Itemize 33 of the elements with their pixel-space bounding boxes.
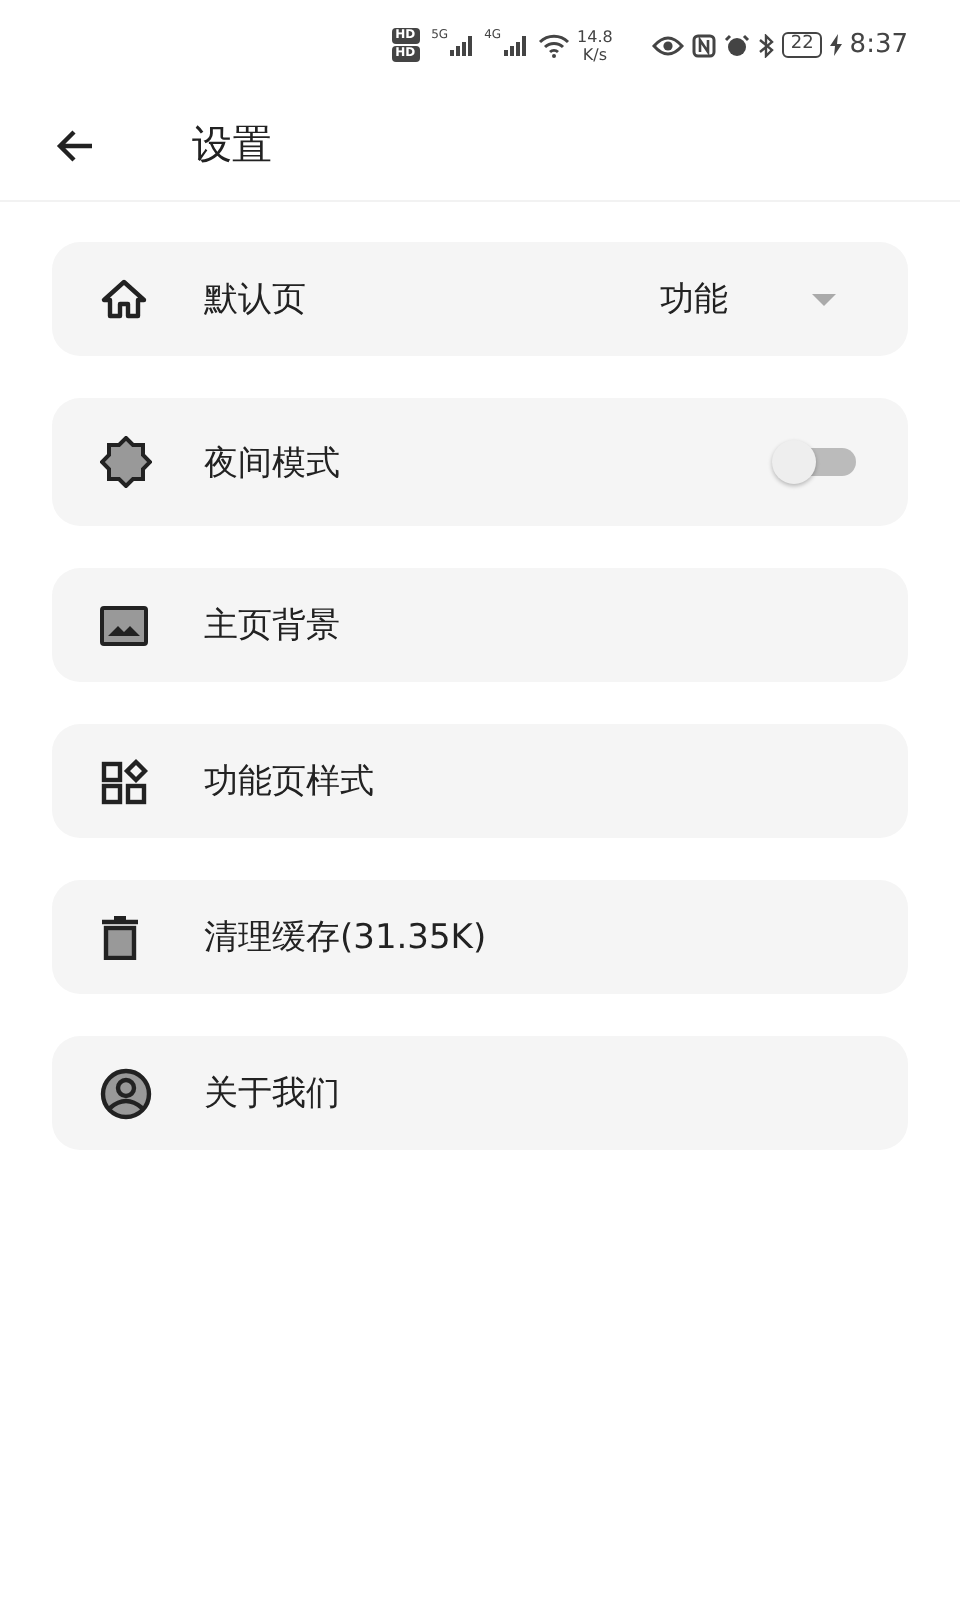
network-speed: K/s <box>582 45 607 63</box>
dropdown-caret-icon[interactable] <box>812 293 836 305</box>
settings-row[interactable]: 关于我们 <box>52 1036 908 1150</box>
brightness-icon <box>100 436 152 488</box>
trash-icon <box>100 915 140 959</box>
setting-label: 功能页样式 <box>204 760 374 804</box>
settings-row[interactable]: 夜间模式 <box>52 398 908 526</box>
settings-row[interactable]: 清理缓存(31.35K) <box>52 880 908 994</box>
nfc-icon <box>692 33 717 57</box>
settings-row[interactable]: 主页背景 <box>52 568 908 682</box>
charging-icon <box>829 34 842 56</box>
signal-icon <box>450 35 477 55</box>
settings-row[interactable]: 默认页 功能 <box>52 242 908 356</box>
setting-label: 夜间模式 <box>204 441 340 485</box>
setting-label: 关于我们 <box>204 1072 340 1116</box>
selected-value: 功能 <box>660 278 728 322</box>
settings-row[interactable]: 功能页样式 <box>52 724 908 838</box>
alarm-icon <box>724 33 751 57</box>
wifi-icon <box>537 33 570 57</box>
bluetooth-icon <box>758 33 775 57</box>
image-icon <box>100 605 148 645</box>
setting-label: 主页背景 <box>204 604 340 648</box>
widgets-icon <box>100 757 148 805</box>
setting-label: 清理缓存(31.35K) <box>204 916 487 960</box>
signal-icon <box>503 35 530 55</box>
page-title: 设置 <box>192 118 272 172</box>
setting-label: 默认页 <box>204 278 306 322</box>
home-icon <box>100 275 148 323</box>
battery-level: 22 <box>782 32 822 58</box>
network-speed: 14.8 <box>577 27 613 45</box>
eye-icon <box>652 35 685 55</box>
clock: 8:37 <box>849 30 908 60</box>
account-icon <box>100 1067 152 1119</box>
